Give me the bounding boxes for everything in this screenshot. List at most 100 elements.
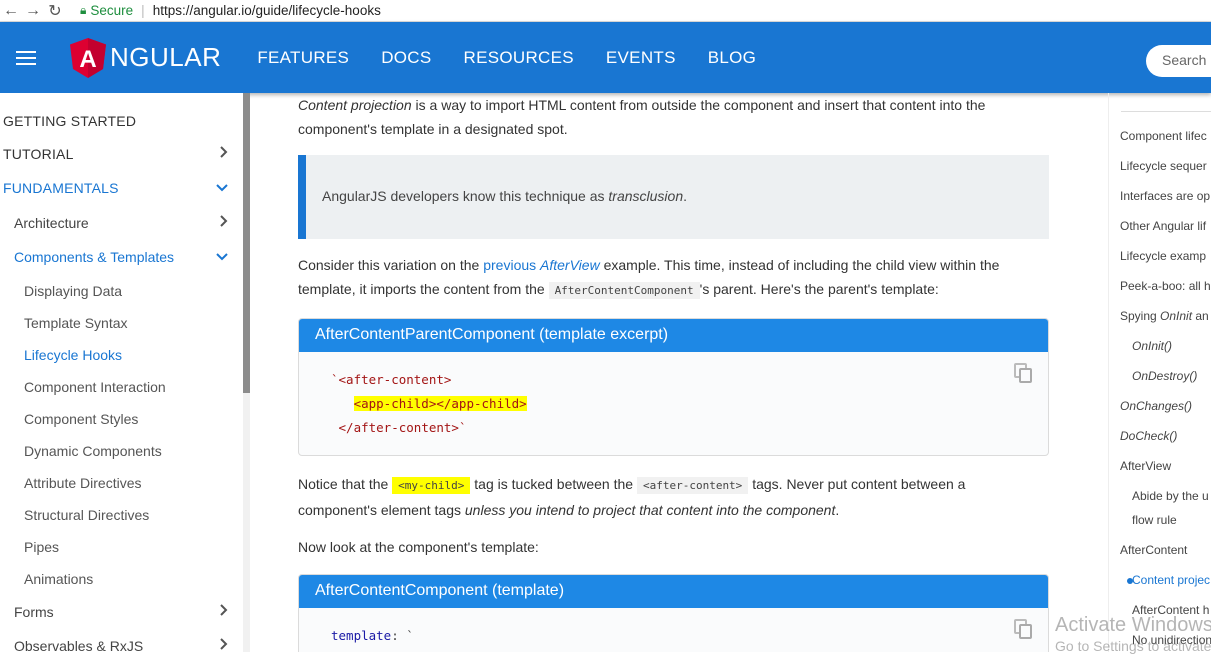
sidebar-item[interactable]: Dynamic Components bbox=[0, 443, 243, 459]
sidebar-item[interactable]: Architecture bbox=[0, 214, 243, 231]
code-line-3: </after-content>` bbox=[338, 420, 467, 435]
toc-item[interactable]: OnChanges() bbox=[1120, 399, 1192, 413]
sidebar-item[interactable]: Animations bbox=[0, 571, 243, 587]
nav-features[interactable]: FEATURES bbox=[257, 48, 349, 68]
sidebar-item[interactable]: Component Interaction bbox=[0, 379, 243, 395]
toc-item[interactable]: AfterContent bbox=[1120, 543, 1187, 557]
sidebar-item[interactable]: Components & Templates bbox=[0, 249, 243, 265]
copy-icon-2[interactable] bbox=[1014, 619, 1032, 639]
chevron-right-icon bbox=[219, 214, 229, 231]
code2-keyword: template bbox=[331, 628, 392, 643]
toc-item[interactable]: DoCheck() bbox=[1120, 429, 1177, 443]
toc-item[interactable]: Lifecycle sequer bbox=[1120, 159, 1207, 173]
toc-item-label: Peek-a-boo: all h bbox=[1120, 279, 1211, 293]
toc-item[interactable]: Abide by the u bbox=[1132, 489, 1209, 503]
angular-logo[interactable]: A NGULAR bbox=[70, 37, 221, 78]
sidebar-item-label: Animations bbox=[24, 571, 94, 587]
toc-item-label: Abide by the u bbox=[1132, 489, 1209, 503]
sidebar-item-label: Pipes bbox=[24, 539, 60, 555]
toc-item[interactable]: Peek-a-boo: all h bbox=[1120, 279, 1211, 293]
sidebar-item-label: Dynamic Components bbox=[24, 443, 162, 459]
sidebar-item[interactable]: Structural Directives bbox=[0, 507, 243, 523]
toc-active-dot bbox=[1127, 578, 1133, 584]
sidebar-item-label: FUNDAMENTALS bbox=[3, 180, 119, 196]
back-icon[interactable]: ← bbox=[0, 2, 22, 20]
sidebar-item-label: Observables & RxJS bbox=[14, 637, 144, 653]
toc-item-label: Content projec bbox=[1132, 573, 1211, 587]
intro-paragraph: Content projection is a way to import HT… bbox=[298, 93, 1008, 141]
sidebar-item-label: Forms bbox=[14, 603, 54, 620]
toc-item-label: flow rule bbox=[1132, 513, 1177, 527]
code-block-title-2: AfterContentComponent (template) bbox=[299, 575, 1048, 608]
toc-item[interactable]: Interfaces are op bbox=[1120, 189, 1210, 203]
toc-item[interactable]: flow rule bbox=[1132, 513, 1177, 527]
menu-icon[interactable] bbox=[16, 47, 36, 69]
para3-text-b: tag is tucked between the bbox=[470, 476, 637, 492]
chevron-right-icon bbox=[219, 603, 229, 620]
code-snippet-2: template: ` bbox=[299, 608, 1048, 652]
top-nav-bar: A NGULAR FEATURES DOCS RESOURCES EVENTS … bbox=[0, 22, 1211, 93]
code-snippet: `<after-content> <app-child></app-child>… bbox=[299, 352, 1048, 455]
table-of-contents: Component lifec Lifecycle sequer Interface… bbox=[1108, 93, 1211, 652]
main-nav: FEATURES DOCS RESOURCES EVENTS BLOG bbox=[257, 48, 788, 68]
afterview-link-text: AfterView bbox=[540, 257, 600, 273]
nav-blog[interactable]: BLOG bbox=[708, 48, 756, 68]
toc-item-label: AfterView bbox=[1120, 459, 1172, 473]
toc-item-label: AfterContent bbox=[1120, 543, 1188, 557]
code2-rest: : ` bbox=[391, 628, 414, 643]
address-bar[interactable]: https://angular.io/guide/lifecycle-hooks bbox=[153, 3, 381, 18]
sidebar-item[interactable]: Forms bbox=[0, 603, 243, 620]
previous-link[interactable]: previous AfterView bbox=[483, 257, 599, 273]
sidebar-item[interactable]: TUTORIAL bbox=[0, 145, 243, 162]
nav-docs[interactable]: DOCS bbox=[381, 48, 431, 68]
sidebar-scroll-thumb[interactable] bbox=[243, 93, 250, 393]
sidebar-item[interactable]: Template Syntax bbox=[0, 315, 243, 331]
toc-item[interactable]: Spying OnInit an bbox=[1120, 309, 1209, 323]
code-block-parent-template: AfterContentParentComponent (template ex… bbox=[298, 318, 1049, 456]
toc-item[interactable]: OnInit() bbox=[1132, 339, 1172, 353]
search-input[interactable]: Search bbox=[1146, 45, 1211, 77]
transclusion-callout: AngularJS developers know this technique… bbox=[298, 155, 1049, 239]
toc-item-label: Spying bbox=[1120, 309, 1161, 323]
chevron-right-icon bbox=[219, 145, 229, 162]
toc-item[interactable]: OnDestroy() bbox=[1132, 369, 1197, 383]
sidebar-item[interactable]: GETTING STARTED bbox=[0, 113, 243, 129]
sidebar-item-label: Components & Templates bbox=[14, 249, 175, 265]
toc-item-label: Component lifec bbox=[1120, 129, 1207, 143]
sidebar-item-label: Attribute Directives bbox=[24, 475, 142, 491]
nav-resources[interactable]: RESOURCES bbox=[464, 48, 574, 68]
reload-icon[interactable]: ↻ bbox=[44, 1, 66, 21]
logo-letter: A bbox=[79, 46, 96, 73]
sidebar-item[interactable]: Attribute Directives bbox=[0, 475, 243, 491]
secure-label: Secure bbox=[90, 3, 134, 18]
sidebar-item-label: Architecture bbox=[14, 214, 89, 231]
sidebar-item[interactable]: Pipes bbox=[0, 539, 243, 555]
nav-events[interactable]: EVENTS bbox=[606, 48, 676, 68]
copy-icon[interactable] bbox=[1014, 363, 1032, 383]
intro-emphasis: Content projection bbox=[298, 97, 412, 113]
browser-toolbar: ← → ↻ 🔒︎ Secure | https://angular.io/gui… bbox=[0, 0, 1211, 22]
previous-link-text: previous bbox=[483, 257, 541, 273]
toc-item-emphasis: OnInit bbox=[1160, 309, 1193, 323]
chevron-right-icon bbox=[219, 637, 229, 652]
sidebar-item[interactable]: Observables & RxJS bbox=[0, 637, 243, 652]
sidebar-item-label: GETTING STARTED bbox=[3, 113, 137, 129]
toc-item[interactable]: Content projec bbox=[1127, 573, 1211, 587]
toc-item-label: Lifecycle sequer bbox=[1120, 159, 1207, 173]
lock-icon: 🔒︎ bbox=[80, 3, 87, 17]
url-separator: | bbox=[141, 3, 145, 18]
toc-item-label: Lifecycle examp bbox=[1120, 249, 1207, 263]
para2-text-a: Consider this variation on the bbox=[298, 257, 484, 273]
code-line-2: <app-child></app-child> bbox=[353, 396, 527, 411]
variation-paragraph: Consider this variation on the previous … bbox=[298, 253, 1008, 303]
toc-item[interactable]: AfterView bbox=[1120, 459, 1171, 473]
toc-item[interactable]: Component lifec bbox=[1120, 129, 1207, 143]
toc-item[interactable]: Lifecycle examp bbox=[1120, 249, 1206, 263]
sidebar-item[interactable]: Displaying Data bbox=[0, 283, 243, 299]
sidebar-item[interactable]: Lifecycle Hooks bbox=[0, 347, 243, 363]
sidebar-item[interactable]: FUNDAMENTALS bbox=[0, 180, 243, 196]
toc-item[interactable]: Other Angular lif bbox=[1120, 219, 1206, 233]
forward-icon[interactable]: → bbox=[22, 2, 44, 20]
sidebar-item-label: Lifecycle Hooks bbox=[24, 347, 123, 363]
sidebar-item[interactable]: Component Styles bbox=[0, 411, 243, 427]
